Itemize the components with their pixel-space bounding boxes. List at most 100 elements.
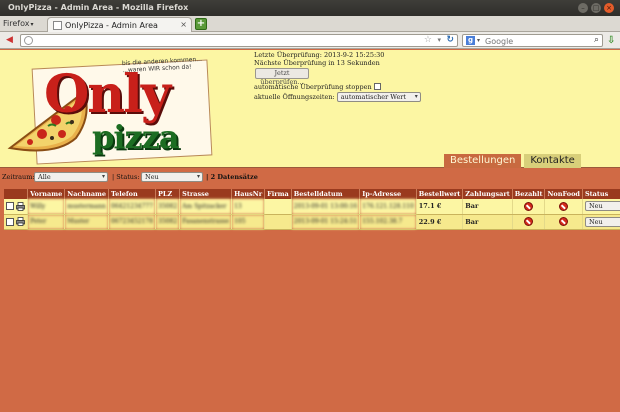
cell-bezahlt (512, 199, 546, 215)
status-filter-value: Neu (145, 173, 159, 181)
column-header-telefon: Telefon (108, 189, 157, 199)
cell-nachname: Muster (64, 214, 110, 230)
table-header-row: Vorname Nachname Telefon PLZ Strasse Hau… (4, 189, 620, 199)
status-filter-label: | Status: (112, 173, 140, 181)
not-paid-icon[interactable] (524, 201, 534, 211)
browser-tab[interactable]: OnlyPizza - Admin Area × (47, 17, 192, 32)
tab-orders[interactable]: Bestellungen (444, 154, 522, 168)
cell-bezahlt (512, 214, 546, 230)
cell-nonfood (544, 199, 583, 215)
table-row[interactable]: Willy mustermann 06421234777 35082 Am Sp… (4, 199, 620, 215)
firefox-menu-button[interactable]: Firefox▾ (3, 19, 34, 28)
table-row[interactable]: Peter Muster 06723452178 35082 Fasanenst… (4, 214, 620, 230)
period-value: Alle (38, 173, 51, 181)
row-select-checkbox[interactable] (6, 202, 14, 211)
cell-firma (264, 214, 292, 230)
cell-plz: 35082 (155, 214, 181, 230)
orders-table: Vorname Nachname Telefon PLZ Strasse Hau… (4, 189, 620, 230)
row-actions (4, 199, 29, 215)
period-select[interactable]: Alle ▾ (34, 172, 108, 182)
stop-auto-check-label: automatische Überprüfung stoppen (254, 83, 372, 91)
status-filter-select[interactable]: Neu ▾ (141, 172, 203, 182)
next-check-text: Nächste Überprüfung in 13 Sekunden (254, 59, 380, 67)
column-header-bestelldatum: Bestelldatum (291, 189, 361, 199)
column-header-nonfood: NonFood (544, 189, 583, 199)
cell-status: Neu ▾ (582, 199, 620, 215)
row-status-select[interactable]: Neu ▾ (584, 216, 620, 227)
column-header-strasse: Strasse (179, 189, 233, 199)
cell-ip: 155.102.38.7 (359, 214, 417, 230)
period-label: Zeitraum: (2, 173, 35, 181)
stop-auto-check-checkbox[interactable] (373, 83, 381, 90)
printer-icon[interactable] (16, 217, 25, 226)
opening-hours-value: automatischer Wert (340, 93, 407, 101)
tab-title: OnlyPizza - Admin Area (65, 21, 158, 30)
cell-telefon: 06723452178 (108, 214, 157, 230)
cell-hausnr: 13 (231, 199, 266, 215)
opening-hours-select[interactable]: automatischer Wert ▾ (336, 92, 421, 102)
search-box[interactable]: g ▾ ⌕ (462, 34, 603, 47)
row-status-value: Neu (588, 202, 603, 211)
tab-contacts[interactable]: Kontakte (524, 154, 581, 168)
tab-close-icon[interactable]: × (180, 20, 187, 29)
navigation-toolbar: ◀ ☆ ▾ ↻ g ▾ ⌕ ⇩ (0, 32, 620, 49)
opening-hours-row: aktuelle Öffnungszeiten: automatischer W… (254, 92, 421, 102)
cell-vorname: Willy (27, 199, 66, 215)
url-bar[interactable]: ☆ ▾ ↻ (20, 34, 458, 47)
maximize-icon[interactable]: □ (591, 3, 601, 13)
column-header-actions (4, 189, 29, 199)
cell-firma (264, 199, 292, 215)
row-actions (4, 214, 29, 230)
bookmark-star-icon[interactable]: ☆ (424, 35, 432, 45)
column-header-ip: Ip-Adresse (359, 189, 417, 199)
printer-icon[interactable] (16, 201, 25, 211)
cell-plz: 35082 (155, 199, 181, 215)
cell-bestelldatum: 2013-09-01 15:24:51 (291, 214, 361, 230)
search-input[interactable] (485, 36, 585, 46)
url-history-dropdown-icon[interactable]: ▾ (437, 36, 441, 44)
column-header-bezahlt: Bezahlt (512, 189, 546, 199)
main-nav: Bestellungen Kontakte (444, 154, 581, 168)
cell-nachname: mustermann (64, 199, 110, 215)
cell-nonfood (544, 214, 583, 230)
no-nonfood-icon[interactable] (559, 201, 569, 211)
cell-vorname: Peter (27, 214, 66, 230)
column-header-status: Status (582, 189, 620, 199)
onlypizza-logo: bis die anderen kommen... ...waren WIR s… (4, 56, 214, 168)
cell-telefon: 06421234777 (108, 199, 157, 215)
close-icon[interactable]: × (604, 3, 614, 13)
reload-icon[interactable]: ↻ (446, 35, 454, 45)
engine-dropdown-icon[interactable]: ▾ (477, 37, 480, 44)
tab-strip: Firefox▾ OnlyPizza - Admin Area × + (0, 16, 620, 32)
download-icon[interactable]: ⇩ (607, 35, 615, 46)
cell-bestellwert: 17.1 € (416, 199, 464, 215)
window-controls: – □ × (578, 3, 614, 13)
cell-strasse: Am Spitzacker (179, 199, 233, 215)
page-icon (53, 21, 62, 30)
row-select-checkbox[interactable] (6, 217, 14, 226)
site-identity-icon[interactable] (24, 36, 33, 45)
not-paid-icon[interactable] (524, 217, 534, 226)
minimize-icon[interactable]: – (578, 3, 588, 13)
chevron-down-icon: ▾ (101, 173, 105, 180)
no-nonfood-icon[interactable] (559, 217, 569, 226)
row-status-select[interactable]: Neu ▾ (584, 201, 620, 212)
column-header-hausnr: HausNr (231, 189, 266, 199)
new-tab-button[interactable]: + (195, 18, 207, 30)
chevron-down-icon: ▾ (196, 173, 200, 180)
cell-hausnr: 105 (231, 214, 266, 230)
search-icon[interactable]: ⌕ (594, 35, 599, 45)
back-button[interactable]: ◀ (3, 34, 16, 47)
column-header-bestellwert: Bestellwert (416, 189, 464, 199)
filter-bar: Zeitraum: Alle ▾ | Status: Neu ▾ | 2 Dat… (0, 171, 620, 183)
cell-status: Neu ▾ (582, 214, 620, 230)
check-now-button[interactable]: Jetzt überprüfen... (255, 68, 309, 86)
record-count: | 2 Datensätze (206, 173, 258, 181)
google-icon[interactable]: g (466, 36, 475, 45)
column-header-firma: Firma (264, 189, 292, 199)
cell-zahlungsart: Bar (462, 199, 513, 215)
logo-word-only: Only (44, 64, 171, 125)
page-content: bis die anderen kommen... ...waren WIR s… (0, 50, 620, 412)
cell-ip: 176.121.128.110 (359, 199, 417, 215)
last-check-text: Letzte Überprüfung: 2013-9-2 15:25:30 (254, 51, 385, 59)
